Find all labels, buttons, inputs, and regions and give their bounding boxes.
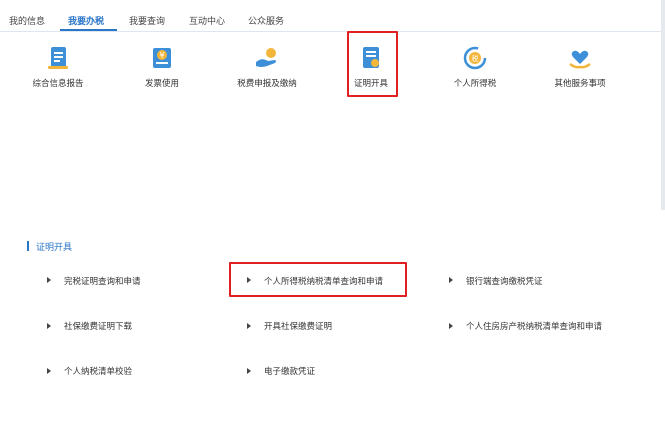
tab-interaction-center[interactable]: 互动中心 <box>189 14 225 27</box>
tile-label: 个人所得税 <box>453 79 497 89</box>
invoice-icon: ¥ <box>153 48 171 68</box>
tile-label: 其他服务事项 <box>554 79 606 89</box>
tile-tax-declaration[interactable]: 税费申报及缴纳 <box>222 36 312 96</box>
bullet-arrow-icon <box>47 368 51 374</box>
bullet-arrow-icon <box>47 277 51 283</box>
highlight-box-certificate <box>347 31 398 97</box>
tab-public-service[interactable]: 公众服务 <box>248 14 284 27</box>
personal-tax-icon: 税 <box>463 46 487 70</box>
tile-other-services[interactable]: 其他服务事项 <box>535 36 625 96</box>
tax-payment-icon <box>256 48 276 67</box>
bullet-arrow-icon <box>449 277 453 283</box>
tile-personal-income-tax[interactable]: 税 个人所得税 <box>430 36 520 96</box>
tab-handle-tax[interactable]: 我要办税 <box>68 14 104 27</box>
tile-invoice-use[interactable]: ¥ 发票使用 <box>117 36 207 96</box>
tab-query[interactable]: 我要查询 <box>129 14 165 27</box>
tile-comprehensive-report[interactable]: 综合信息报告 <box>13 36 103 96</box>
tab-my-info[interactable]: 我的信息 <box>9 14 45 27</box>
bullet-arrow-icon <box>247 368 251 374</box>
scrollbar[interactable] <box>661 0 665 210</box>
tile-label: 税费申报及缴纳 <box>237 79 297 89</box>
tile-label: 发票使用 <box>144 79 179 89</box>
link-tax-certificate-query[interactable]: 完税证明查询和申请 <box>64 275 141 287</box>
link-social-security-download[interactable]: 社保缴费证明下载 <box>64 320 132 332</box>
svg-text:¥: ¥ <box>159 51 164 60</box>
bullet-arrow-icon <box>47 323 51 329</box>
link-personal-tax-list-verify[interactable]: 个人纳税清单校验 <box>64 365 132 377</box>
tile-label: 综合信息报告 <box>32 79 84 89</box>
bullet-arrow-icon <box>449 323 453 329</box>
other-services-icon <box>569 50 591 69</box>
report-icon <box>48 47 68 69</box>
svg-text:税: 税 <box>472 54 479 63</box>
link-housing-property-tax-list[interactable]: 个人住房房产税纳税清单查询和申请 <box>466 320 602 332</box>
top-tab-bar: 我的信息 我要办税 我要查询 互动中心 公众服务 <box>0 0 665 32</box>
bullet-arrow-icon <box>247 323 251 329</box>
active-tab-indicator <box>60 29 117 31</box>
section-title: 证明开具 <box>36 243 73 253</box>
link-electronic-payment-voucher[interactable]: 电子缴款凭证 <box>264 365 315 377</box>
highlight-box-tax-list <box>229 262 407 297</box>
link-issue-social-security-certificate[interactable]: 开具社保缴费证明 <box>264 320 332 332</box>
link-bank-tax-voucher[interactable]: 银行端查询缴税凭证 <box>466 275 543 287</box>
section-title-marker <box>27 241 29 251</box>
